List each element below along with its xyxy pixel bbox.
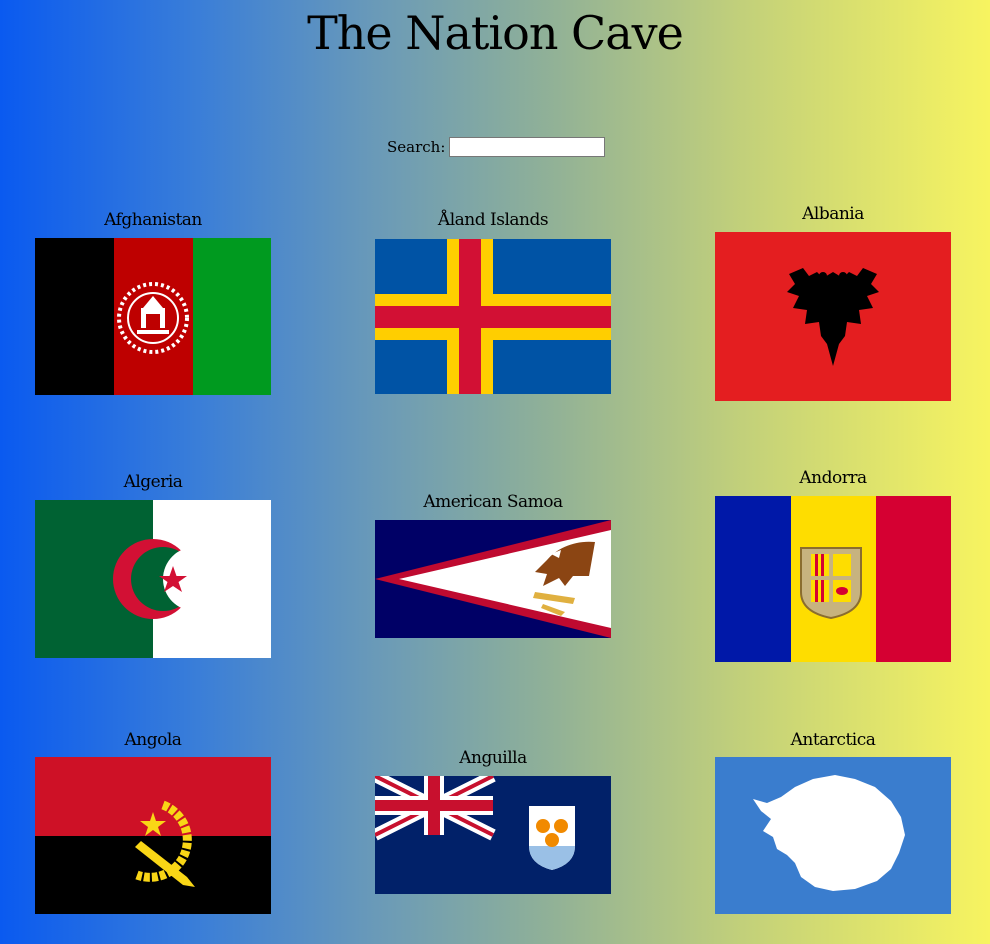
andorra-flag-image	[715, 496, 951, 662]
flag-name: American Samoa	[423, 492, 563, 512]
page-title: The Nation Cave	[307, 6, 684, 60]
flag-card-antarctica[interactable]: Antarctica	[715, 728, 951, 918]
antarctica-flag-image	[715, 757, 951, 914]
flag-name: Åland Islands	[437, 210, 549, 230]
algeria-flag-image	[35, 500, 271, 658]
search-input[interactable]	[449, 137, 606, 157]
search-label: Search:	[387, 138, 446, 156]
angola-flag-image	[35, 757, 271, 914]
american-samoa-flag-image	[375, 520, 611, 638]
flag-card-angola[interactable]: Angola	[35, 728, 271, 918]
flag-card-albania[interactable]: Albania	[715, 202, 951, 402]
flag-card-aland-islands[interactable]: Åland Islands	[375, 208, 611, 398]
aland-islands-flag-image	[375, 239, 611, 394]
flag-name: Afghanistan	[104, 210, 202, 230]
flag-name: Algeria	[123, 472, 183, 492]
albania-flag-image	[715, 232, 951, 401]
flag-card-algeria[interactable]: Algeria	[35, 470, 271, 660]
flag-name: Angola	[124, 730, 182, 750]
flag-card-american-samoa[interactable]: American Samoa	[375, 490, 611, 640]
flag-name: Albania	[802, 204, 864, 224]
flag-card-andorra[interactable]: Andorra	[715, 466, 951, 666]
flag-name: Anguilla	[459, 748, 527, 768]
flag-card-anguilla[interactable]: Anguilla	[375, 746, 611, 896]
flag-card-afghanistan[interactable]: Afghanistan	[35, 208, 271, 398]
afghanistan-flag-image	[35, 238, 271, 395]
flag-name: Andorra	[799, 468, 867, 488]
flag-name: Antarctica	[790, 730, 876, 750]
anguilla-flag-image	[375, 776, 611, 894]
search-bar: Search:	[387, 137, 606, 157]
